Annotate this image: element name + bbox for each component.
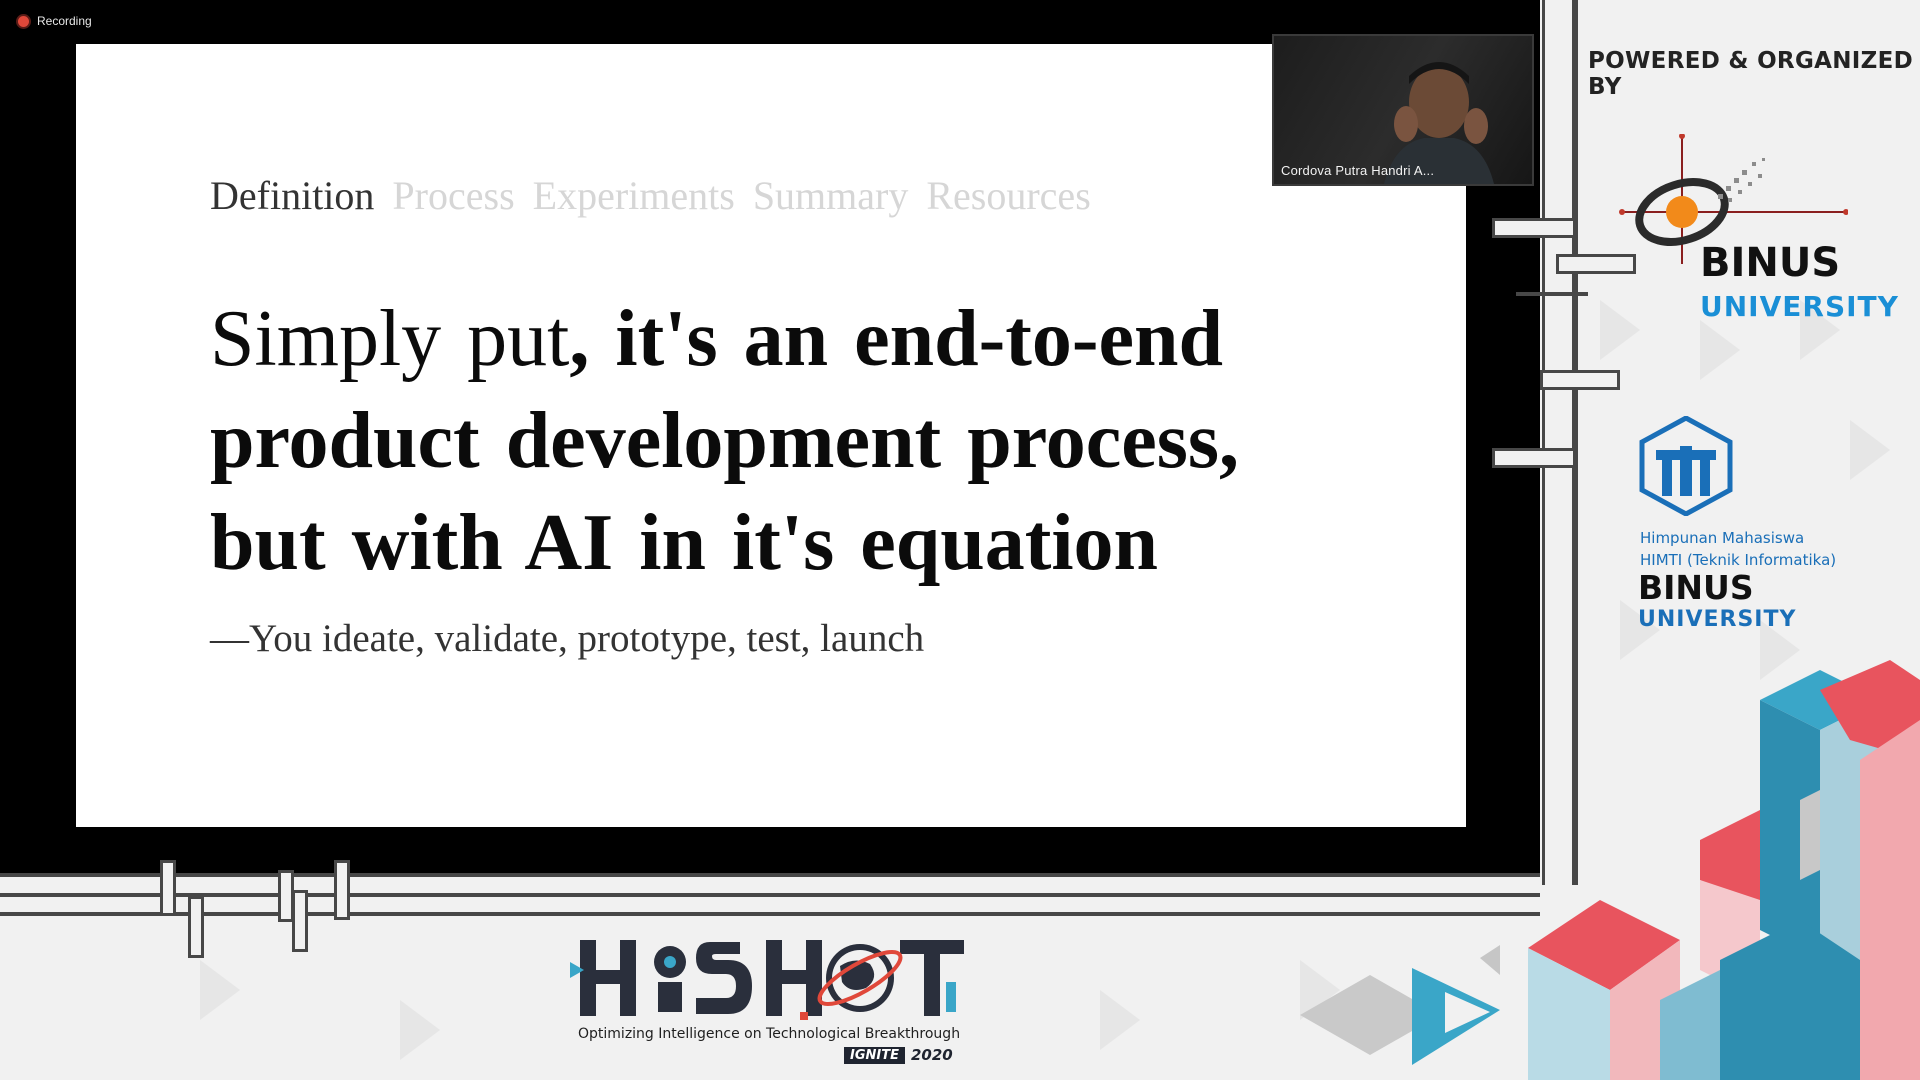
recording-indicator: Recording [18, 14, 92, 28]
bottom-bracket [188, 896, 204, 958]
nav-section-active: Definition [210, 173, 375, 218]
recording-label: Recording [37, 14, 92, 28]
slide-section-nav: Definition Process Experiments Summary R… [210, 172, 1091, 219]
frame-bracket [1540, 370, 1620, 390]
frame-pillar-line [1572, 0, 1578, 885]
record-dot-icon [18, 15, 29, 27]
bottom-bracket [160, 860, 176, 916]
nav-section: Summary [752, 173, 909, 218]
frame-bracket [1516, 292, 1588, 296]
ignite-label: IGNITE [844, 1046, 905, 1064]
participant-name: Cordova Putra Handri A... [1281, 163, 1435, 178]
frame-bracket [1492, 448, 1576, 468]
himti-logo-icon [1639, 416, 1733, 516]
nav-section: Experiments [532, 173, 735, 218]
nav-section: Process [392, 173, 515, 218]
sponsor-heading: POWERED & ORGANIZED BY [1588, 48, 1914, 100]
event-tagline: Optimizing Intelligence on Technological… [578, 1026, 961, 1042]
binus-name: BINUS [1700, 240, 1841, 286]
presentation-slide: Definition Process Experiments Summary R… [76, 44, 1466, 827]
ignite-year: 2020 [910, 1046, 953, 1064]
himti-university-label: UNIVERSITY [1638, 607, 1797, 632]
headline-lead: Simply put [210, 295, 570, 383]
bottom-bracket [292, 890, 308, 952]
nav-section: Resources [926, 173, 1091, 218]
himti-line-1: Himpunan Mahasiswa [1640, 529, 1805, 547]
frame-pillar-line [1542, 0, 1545, 885]
himti-description: Himpunan Mahasiswa HIMTI (Teknik Informa… [1640, 527, 1836, 571]
slide-subline: —You ideate, validate, prototype, test, … [210, 617, 925, 660]
hishot-logo-icon [570, 940, 964, 1020]
frame-bracket [1492, 218, 1576, 238]
binus-university-label: UNIVERSITY [1700, 290, 1899, 323]
bottom-rail [0, 912, 1540, 916]
ignite-badge: IGNITE 2020 [844, 1046, 953, 1064]
slide-headline: Simply put, it's an end-to-end product d… [210, 288, 1370, 594]
participant-video-tile[interactable]: Cordova Putra Handri A... [1272, 34, 1534, 186]
bottom-rail [0, 873, 1540, 897]
himti-binus-name: BINUS [1638, 568, 1754, 607]
bottom-bracket [334, 860, 350, 920]
